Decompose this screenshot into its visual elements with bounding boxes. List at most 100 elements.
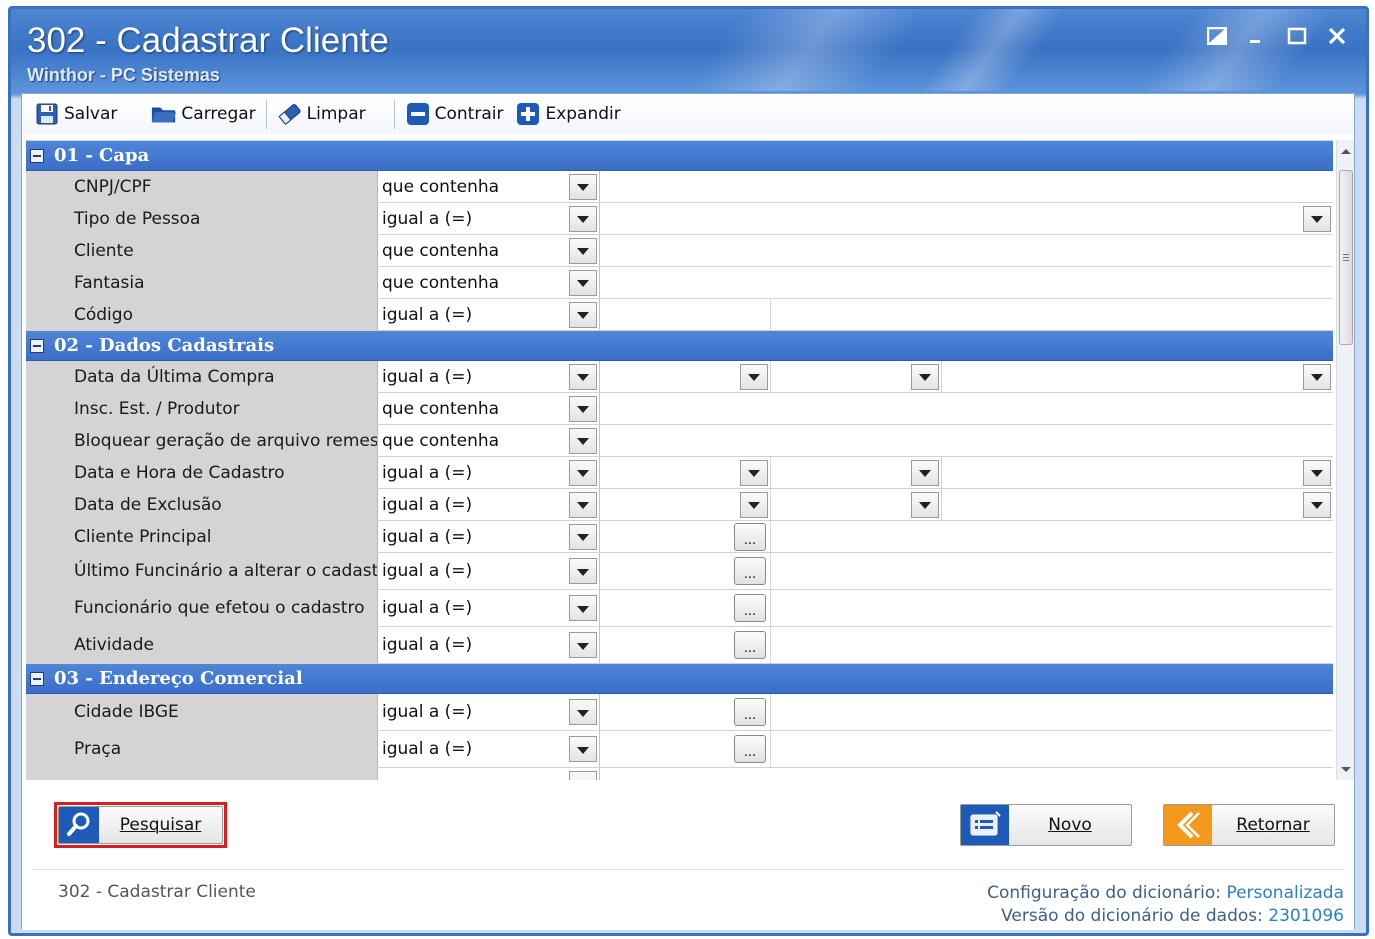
dropdown-arrow-icon[interactable]: [1303, 491, 1331, 518]
dropdown-arrow-icon[interactable]: [740, 491, 768, 518]
ellipsis-button[interactable]: ...: [734, 698, 766, 726]
operator-select[interactable]: igual a (=): [378, 590, 600, 626]
filter-row-data-exclusao: Data de Exclusão igual a (=): [26, 489, 1333, 521]
collapse-icon: [405, 101, 431, 127]
minimize-icon[interactable]: [1242, 23, 1272, 49]
lookup-input[interactable]: ...: [600, 627, 771, 663]
dropdown-arrow-icon[interactable]: [569, 427, 597, 454]
dropdown-arrow-icon[interactable]: [569, 395, 597, 422]
value-to-input[interactable]: [771, 299, 1333, 330]
retornar-button[interactable]: Retornar: [1163, 804, 1335, 846]
restore-icon[interactable]: [1202, 23, 1232, 49]
filter-row-partial: [26, 768, 1333, 780]
dropdown-arrow-icon[interactable]: [1303, 459, 1331, 486]
scroll-thumb[interactable]: [1339, 170, 1353, 345]
dropdown-arrow-icon[interactable]: [569, 736, 597, 762]
contrair-button[interactable]: Contrair: [399, 98, 510, 130]
dropdown-arrow-icon[interactable]: [569, 491, 597, 518]
operator-select[interactable]: igual a (=): [378, 489, 600, 520]
ellipsis-button[interactable]: ...: [734, 522, 766, 551]
date-to-picker[interactable]: [771, 361, 942, 392]
ellipsis-button[interactable]: ...: [734, 631, 766, 659]
operator-select[interactable]: igual a (=): [378, 457, 600, 488]
section-capa[interactable]: 01 - Capa: [26, 141, 1333, 171]
date-extra-picker[interactable]: [942, 489, 1333, 520]
date-to-picker[interactable]: [771, 457, 942, 488]
limpar-button[interactable]: Limpar: [271, 98, 372, 130]
operator-select[interactable]: que contenha: [378, 393, 600, 424]
collapse-icon[interactable]: [30, 671, 44, 686]
date-from-picker[interactable]: [600, 489, 771, 520]
dropdown-arrow-icon[interactable]: [569, 205, 597, 232]
collapse-icon[interactable]: [30, 338, 44, 353]
lookup-input[interactable]: ...: [600, 553, 771, 589]
dropdown-arrow-icon[interactable]: [569, 632, 597, 658]
date-extra-picker[interactable]: [942, 361, 1333, 392]
dropdown-arrow-icon[interactable]: [569, 595, 597, 621]
operator-select[interactable]: igual a (=): [378, 694, 600, 730]
expandir-button[interactable]: Expandir: [509, 98, 626, 130]
operator-select[interactable]: igual a (=): [378, 203, 600, 234]
dropdown-arrow-icon[interactable]: [911, 491, 939, 518]
value-from-input[interactable]: [600, 299, 771, 330]
operator-select[interactable]: que contenha: [378, 267, 600, 298]
lookup-input[interactable]: ...: [600, 694, 771, 730]
dropdown-arrow-icon[interactable]: [569, 237, 597, 264]
dropdown-arrow-icon[interactable]: [740, 363, 768, 390]
novo-button[interactable]: Novo: [960, 804, 1132, 846]
dropdown-arrow-icon[interactable]: [911, 459, 939, 486]
operator-select[interactable]: igual a (=): [378, 299, 600, 330]
carregar-button[interactable]: Carregar: [145, 98, 261, 130]
scroll-down-icon[interactable]: [1337, 758, 1355, 780]
ellipsis-button[interactable]: ...: [734, 735, 766, 763]
dropdown-arrow-icon[interactable]: [569, 173, 597, 200]
dropdown-arrow-icon[interactable]: [569, 558, 597, 584]
section-title: 01 - Capa: [54, 145, 150, 166]
carregar-label: Carregar: [181, 104, 256, 124]
value-input[interactable]: [600, 235, 1333, 266]
dropdown-arrow-icon[interactable]: [1303, 363, 1331, 390]
collapse-icon[interactable]: [30, 148, 44, 163]
dropdown-arrow-icon[interactable]: [569, 699, 597, 725]
value-input[interactable]: [600, 393, 1333, 424]
dropdown-arrow-icon[interactable]: [569, 363, 597, 390]
value-input[interactable]: [600, 267, 1333, 298]
operator-select[interactable]: igual a (=): [378, 521, 600, 552]
operator-select[interactable]: igual a (=): [378, 627, 600, 663]
lookup-input[interactable]: ...: [600, 590, 771, 626]
title-bar[interactable]: 302 - Cadastrar Cliente Winthor - PC Sis…: [11, 9, 1366, 91]
pesquisar-button[interactable]: Pesquisar: [58, 806, 223, 844]
dropdown-arrow-icon[interactable]: [740, 459, 768, 486]
value-input[interactable]: [600, 171, 1333, 202]
maximize-icon[interactable]: [1282, 23, 1312, 49]
operator-select[interactable]: que contenha: [378, 235, 600, 266]
lookup-input[interactable]: ...: [600, 521, 771, 552]
value-select[interactable]: [600, 203, 1333, 234]
dropdown-arrow-icon[interactable]: [569, 459, 597, 486]
operator-select[interactable]: que contenha: [378, 425, 600, 456]
dropdown-arrow-icon[interactable]: [911, 363, 939, 390]
dropdown-arrow-icon[interactable]: [569, 770, 597, 780]
operator-select[interactable]: que contenha: [378, 171, 600, 202]
date-extra-picker[interactable]: [942, 457, 1333, 488]
date-from-picker[interactable]: [600, 361, 771, 392]
ellipsis-button[interactable]: ...: [734, 594, 766, 622]
scroll-up-icon[interactable]: [1337, 140, 1355, 162]
dropdown-arrow-icon[interactable]: [569, 269, 597, 296]
date-from-picker[interactable]: [600, 457, 771, 488]
vertical-scrollbar[interactable]: [1336, 140, 1354, 780]
section-dados-cadastrais[interactable]: 02 - Dados Cadastrais: [26, 331, 1333, 361]
ellipsis-button[interactable]: ...: [734, 557, 766, 585]
close-icon[interactable]: [1322, 23, 1352, 49]
date-to-picker[interactable]: [771, 489, 942, 520]
dropdown-arrow-icon[interactable]: [569, 523, 597, 550]
operator-select[interactable]: igual a (=): [378, 553, 600, 589]
section-endereco-comercial[interactable]: 03 - Endereço Comercial: [26, 664, 1333, 694]
salvar-button[interactable]: Salvar: [28, 98, 123, 130]
lookup-input[interactable]: ...: [600, 731, 771, 767]
dropdown-arrow-icon[interactable]: [1303, 205, 1331, 232]
value-input[interactable]: [600, 425, 1333, 456]
operator-select[interactable]: igual a (=): [378, 361, 600, 392]
operator-select[interactable]: igual a (=): [378, 731, 600, 767]
dropdown-arrow-icon[interactable]: [569, 301, 597, 328]
